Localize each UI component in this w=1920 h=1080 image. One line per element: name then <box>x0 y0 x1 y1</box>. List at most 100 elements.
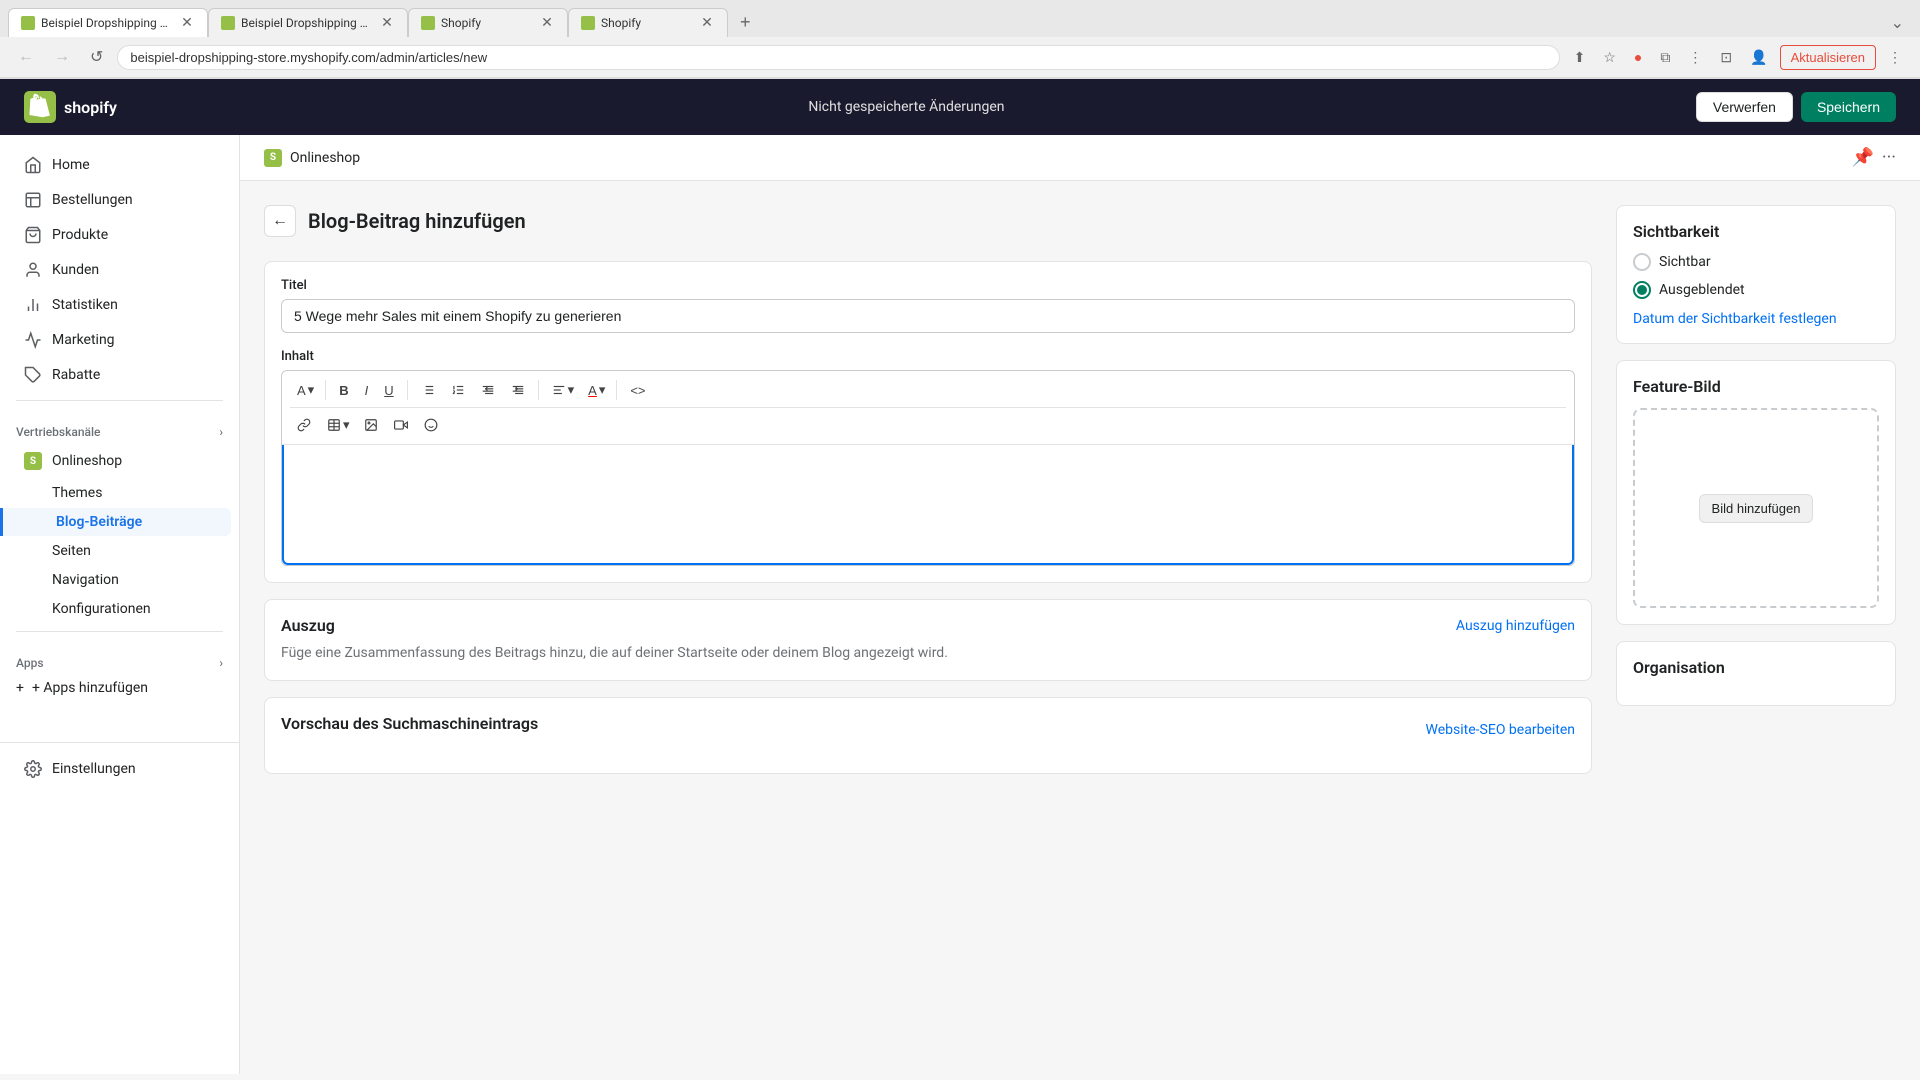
browser-tab-2[interactable]: Beispiel Dropshipping Store ✕ <box>208 8 408 37</box>
opera-icon[interactable]: ● <box>1628 45 1648 69</box>
more-actions-icon[interactable]: ··· <box>1882 147 1896 168</box>
split-icon[interactable]: ⊡ <box>1714 45 1738 70</box>
link-button[interactable] <box>290 413 318 437</box>
forward-button[interactable]: → <box>48 44 76 70</box>
profile-icon[interactable]: 👤 <box>1744 45 1773 70</box>
apps-expand-icon[interactable]: › <box>219 656 223 670</box>
sidebar-sub-themes[interactable]: Themes <box>8 479 231 507</box>
sidebar-divider-1 <box>16 400 223 401</box>
sidebar-item-analytics[interactable]: Statistiken <box>8 288 231 322</box>
organisation-title: Organisation <box>1633 658 1879 677</box>
bookmark-icon[interactable]: ☆ <box>1597 45 1622 70</box>
save-button[interactable]: Speichern <box>1801 92 1896 122</box>
extensions-icon[interactable]: ⧉ <box>1654 45 1676 70</box>
header-actions: Verwerfen Speichern <box>1696 92 1896 122</box>
table-button[interactable]: ▾ <box>320 412 355 438</box>
sidebar-sub-pages[interactable]: Seiten <box>8 537 231 565</box>
plus-icon: + <box>16 680 24 696</box>
content-label: Inhalt <box>281 349 1575 364</box>
toolbar-divider-4 <box>616 380 617 400</box>
emoji-button[interactable] <box>417 413 445 437</box>
sidebar-item-orders[interactable]: Bestellungen <box>8 183 231 217</box>
seo-edit-link[interactable]: Website-SEO bearbeiten <box>1426 722 1575 738</box>
content-header-actions: 📌 ··· <box>1851 147 1896 168</box>
underline-button[interactable]: U <box>377 378 400 403</box>
browser-chrome: Beispiel Dropshipping Store ·... ✕ Beisp… <box>0 0 1920 79</box>
dropdown-arrow-text: ▾ <box>308 382 315 398</box>
settings-icon <box>24 760 42 778</box>
back-button[interactable]: ← <box>264 205 296 237</box>
sidebar-products-label: Produkte <box>52 227 108 243</box>
share-icon[interactable]: ⬆ <box>1568 45 1592 70</box>
text-format-button[interactable]: A ▾ <box>290 377 319 403</box>
tab-favicon-3 <box>421 16 435 30</box>
tab-close-4[interactable]: ✕ <box>699 15 715 31</box>
tab-list-button[interactable]: ⌄ <box>1883 9 1912 37</box>
italic-button[interactable]: I <box>358 378 376 403</box>
feature-bild-card: Feature-Bild Bild hinzufügen <box>1616 360 1896 625</box>
sidebar-item-settings[interactable]: Einstellungen <box>8 752 231 786</box>
visibility-date-link[interactable]: Datum der Sichtbarkeit festlegen <box>1633 311 1837 327</box>
onlineshop-icon: S <box>24 452 42 470</box>
sidebar-item-products[interactable]: Produkte <box>8 218 231 252</box>
editor-body[interactable] <box>282 445 1574 565</box>
sidebar-sub-configurations[interactable]: Konfigurationen <box>8 595 231 623</box>
page-header: ← Blog-Beitrag hinzufügen <box>264 205 1592 237</box>
back-button[interactable]: ← <box>12 44 40 70</box>
new-tab-button[interactable]: + <box>732 8 759 37</box>
tab-title-1: Beispiel Dropshipping Store ·... <box>41 16 173 30</box>
tab-close-3[interactable]: ✕ <box>539 15 555 31</box>
main-content: S Onlineshop 📌 ··· ← Blog-Beitrag hinzuf… <box>240 135 1920 1074</box>
video-button[interactable] <box>387 413 415 437</box>
add-apps-button[interactable]: + + Apps hinzufügen <box>0 674 239 702</box>
sidebar-home-label: Home <box>52 157 90 173</box>
sidebar-item-marketing[interactable]: Marketing <box>8 323 231 357</box>
code-button[interactable]: <> <box>623 378 652 403</box>
address-input[interactable] <box>130 50 1546 65</box>
shopify-app: shopify Nicht gespeicherte Änderungen Ve… <box>0 79 1920 1074</box>
feature-bild-title: Feature-Bild <box>1633 377 1879 396</box>
sidebar-onlineshop-label: Onlineshop <box>52 453 122 469</box>
auszug-add-link[interactable]: Auszug hinzufügen <box>1456 618 1575 634</box>
indent-increase-button[interactable] <box>504 378 532 402</box>
tab-close-1[interactable]: ✕ <box>179 15 195 31</box>
reload-button[interactable]: ↺ <box>84 43 109 71</box>
list-unordered-button[interactable] <box>414 378 442 402</box>
tab-favicon-4 <box>581 16 595 30</box>
sidebar-item-onlineshop[interactable]: S Onlineshop <box>8 444 231 478</box>
table-dropdown-arrow: ▾ <box>343 417 350 433</box>
pin-icon[interactable]: 📌 <box>1851 147 1873 168</box>
sidebar-item-home[interactable]: Home <box>8 148 231 182</box>
orders-icon <box>24 191 42 209</box>
address-bar[interactable] <box>117 45 1559 70</box>
sidebar-item-discounts[interactable]: Rabatte <box>8 358 231 392</box>
sidebar-sub-blog-posts[interactable]: Blog-Beiträge <box>0 508 231 536</box>
title-input[interactable] <box>281 299 1575 333</box>
tab-title-3: Shopify <box>441 16 533 30</box>
auszug-header: Auszug Auszug hinzufügen <box>281 616 1575 635</box>
page-title: Blog-Beitrag hinzufügen <box>308 209 526 233</box>
browser-tab-3[interactable]: Shopify ✕ <box>408 8 568 37</box>
radio-ausgeblendet[interactable]: Ausgeblendet <box>1633 281 1879 299</box>
browser-tab-1[interactable]: Beispiel Dropshipping Store ·... ✕ <box>8 8 208 37</box>
bold-button[interactable]: B <box>332 378 355 403</box>
menu-icon[interactable]: ⋮ <box>1682 45 1708 70</box>
sidebar-item-customers[interactable]: Kunden <box>8 253 231 287</box>
update-button[interactable]: Aktualisieren <box>1780 45 1876 70</box>
auszug-title: Auszug <box>281 616 335 635</box>
expand-icon[interactable]: › <box>219 425 223 439</box>
radio-sichtbar[interactable]: Sichtbar <box>1633 253 1879 271</box>
tab-close-2[interactable]: ✕ <box>379 15 395 31</box>
list-ordered-button[interactable] <box>444 378 472 402</box>
sidebar-sub-navigation[interactable]: Navigation <box>8 566 231 594</box>
browser-tab-4[interactable]: Shopify ✕ <box>568 8 728 37</box>
more-options-icon[interactable]: ⋮ <box>1882 45 1908 70</box>
align-button[interactable]: ▾ <box>545 377 580 403</box>
indent-decrease-button[interactable] <box>474 378 502 402</box>
add-image-button[interactable]: Bild hinzufügen <box>1699 494 1814 523</box>
image-button[interactable] <box>357 413 385 437</box>
feature-image-box[interactable]: Bild hinzufügen <box>1633 408 1879 608</box>
discard-button[interactable]: Verwerfen <box>1696 92 1793 122</box>
text-color-button[interactable]: A ▾ <box>581 377 610 403</box>
align-dropdown-arrow: ▾ <box>568 382 575 398</box>
